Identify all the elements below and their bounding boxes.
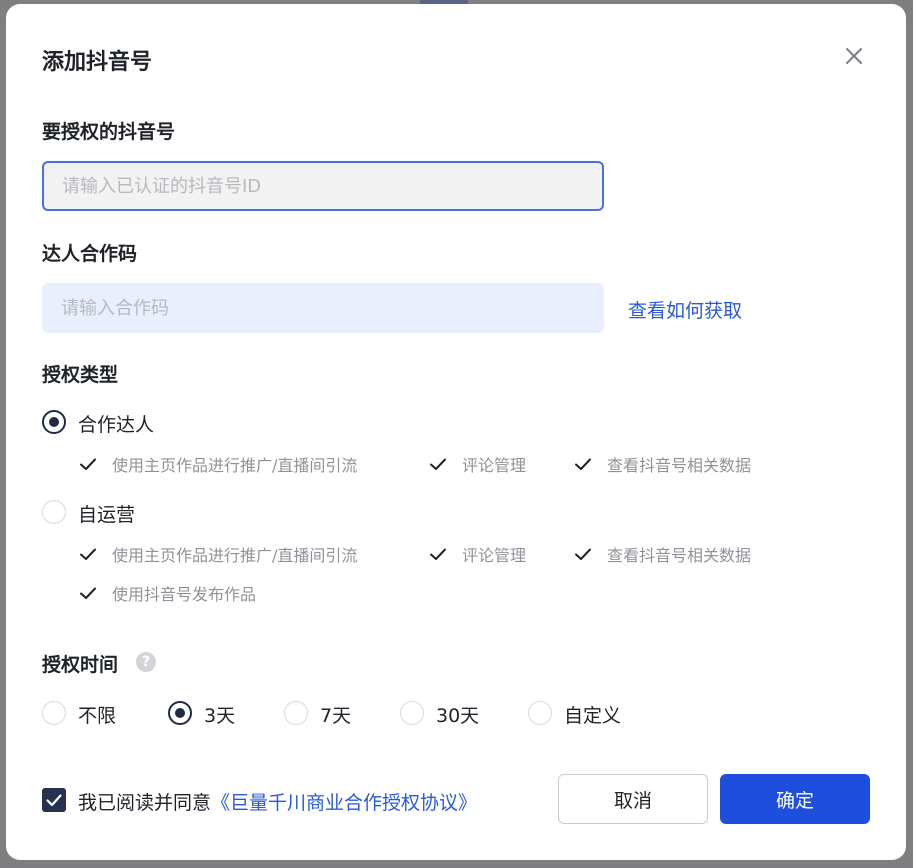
auth-type-label: 授权类型 bbox=[42, 364, 119, 386]
permission-label: 使用抖音号发布作品 bbox=[112, 585, 257, 604]
permission-label: 评论管理 bbox=[462, 546, 527, 565]
auth-time-option-label[interactable]: 3天 bbox=[204, 701, 235, 728]
auth-time-option-label[interactable]: 30天 bbox=[436, 701, 479, 728]
agree-text: 我已阅读并同意《巨量千川商业合作授权协议》 bbox=[78, 788, 477, 815]
close-icon[interactable] bbox=[840, 42, 868, 70]
auth-type-radio-self-operated[interactable] bbox=[42, 500, 66, 524]
question-icon[interactable]: ? bbox=[136, 652, 156, 672]
permission-item: 使用主页作品进行推广/直播间引流 bbox=[78, 543, 357, 565]
auth-time-radio-unlimited[interactable] bbox=[42, 701, 66, 725]
agreement-link[interactable]: 《巨量千川商业合作授权协议》 bbox=[211, 792, 477, 814]
agree-checkbox[interactable] bbox=[42, 788, 66, 812]
auth-time-radio-30d[interactable] bbox=[400, 701, 424, 725]
check-icon bbox=[575, 548, 591, 560]
cooperation-code-label: 达人合作码 bbox=[42, 243, 138, 265]
permission-item: 评论管理 bbox=[428, 453, 526, 475]
permission-label: 使用主页作品进行推广/直播间引流 bbox=[112, 546, 358, 565]
dialog-title: 添加抖音号 bbox=[42, 50, 153, 75]
check-icon bbox=[430, 458, 446, 470]
permission-item: 查看抖音号相关数据 bbox=[573, 543, 751, 565]
confirm-button[interactable]: 确定 bbox=[720, 774, 870, 824]
permission-label: 使用主页作品进行推广/直播间引流 bbox=[112, 456, 358, 475]
cancel-button[interactable]: 取消 bbox=[558, 774, 708, 824]
auth-time-option-label[interactable]: 自定义 bbox=[564, 701, 621, 728]
permission-item: 使用抖音号发布作品 bbox=[78, 582, 256, 604]
check-icon bbox=[80, 587, 96, 599]
auth-time-radio-7d[interactable] bbox=[284, 701, 308, 725]
add-douyin-dialog: 添加抖音号 要授权的抖音号 达人合作码 查看如何获取 授权类型 合作达人 使用主… bbox=[6, 4, 906, 860]
auth-time-radio-custom[interactable] bbox=[528, 701, 552, 725]
douyin-id-input[interactable] bbox=[42, 161, 604, 211]
permission-item: 评论管理 bbox=[428, 543, 526, 565]
auth-type-radio-cooperation[interactable] bbox=[42, 410, 66, 434]
permission-label: 查看抖音号相关数据 bbox=[607, 456, 752, 475]
permission-label: 评论管理 bbox=[462, 456, 527, 475]
auth-time-label: 授权时间 bbox=[42, 654, 119, 676]
check-icon bbox=[80, 548, 96, 560]
permission-item: 查看抖音号相关数据 bbox=[573, 453, 751, 475]
auth-time-radio-3d[interactable] bbox=[168, 701, 192, 725]
auth-type-option-label[interactable]: 自运营 bbox=[78, 500, 135, 527]
auth-time-option-label[interactable]: 不限 bbox=[78, 701, 116, 728]
check-icon bbox=[430, 548, 446, 560]
permission-item: 使用主页作品进行推广/直播间引流 bbox=[78, 453, 357, 475]
agree-prefix: 我已阅读并同意 bbox=[78, 792, 212, 814]
auth-type-option-label[interactable]: 合作达人 bbox=[78, 410, 154, 437]
check-icon bbox=[80, 458, 96, 470]
check-icon bbox=[575, 458, 591, 470]
how-to-get-link[interactable]: 查看如何获取 bbox=[628, 296, 742, 323]
cooperation-code-input[interactable] bbox=[42, 283, 604, 333]
douyin-id-label: 要授权的抖音号 bbox=[42, 121, 176, 143]
auth-time-option-label[interactable]: 7天 bbox=[320, 701, 351, 728]
permission-label: 查看抖音号相关数据 bbox=[607, 546, 752, 565]
